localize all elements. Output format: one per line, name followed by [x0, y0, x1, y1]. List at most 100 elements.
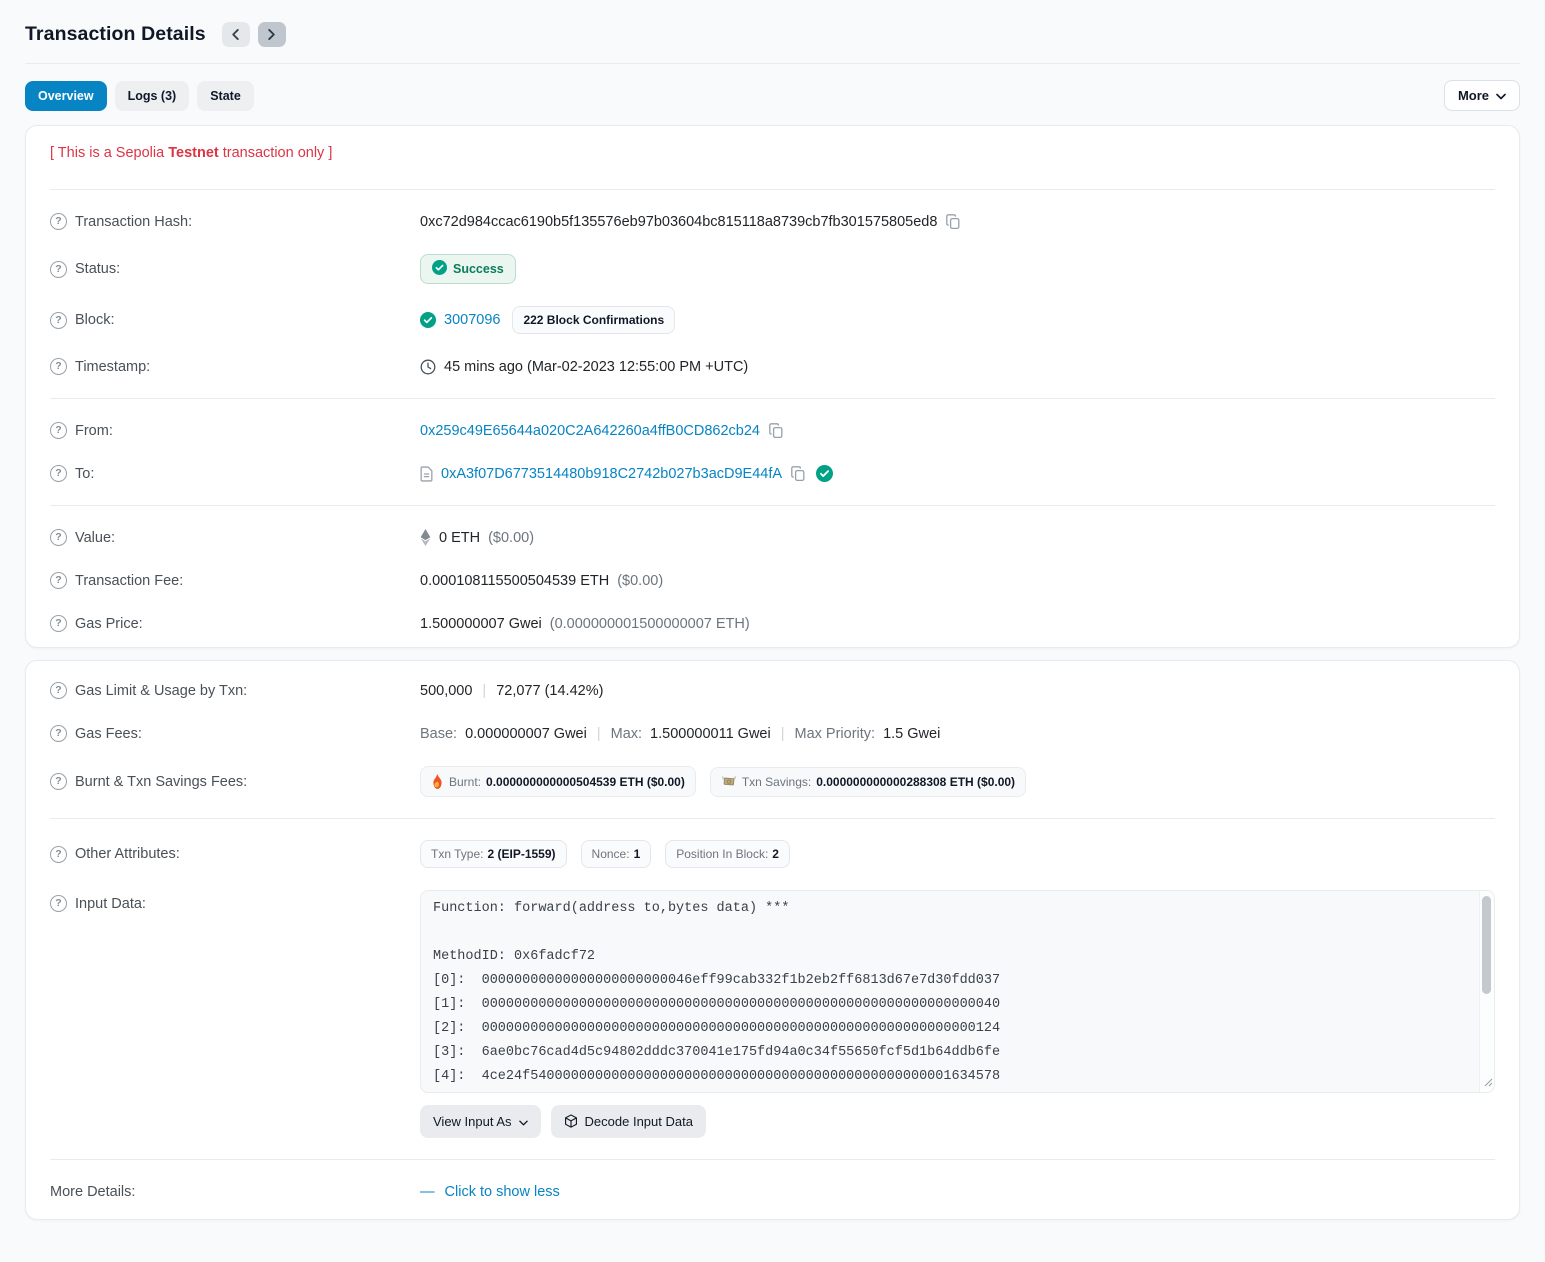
- help-icon[interactable]: ?: [50, 261, 67, 278]
- value-amount: 0 ETH: [439, 530, 480, 546]
- nonce-label: Nonce:: [592, 847, 630, 861]
- separator: |: [595, 726, 603, 742]
- position-in-block-value: 2: [772, 847, 779, 861]
- status-badge-text: Success: [453, 262, 504, 276]
- other-attributes-row: ? Other Attributes: Txn Type: 2 (EIP-155…: [50, 829, 1495, 879]
- to-label: To:: [75, 466, 94, 482]
- from-address-link[interactable]: 0x259c49E65644a020C2A642260a4ffB0CD862cb…: [420, 423, 760, 439]
- testnet-warning: [ This is a Sepolia Testnet transaction …: [50, 128, 1495, 179]
- view-input-as-button[interactable]: View Input As: [420, 1105, 541, 1138]
- block-number-link[interactable]: 3007096: [444, 312, 500, 328]
- more-dropdown-button[interactable]: More: [1444, 80, 1520, 111]
- gas-price-row: ? Gas Price: 1.500000007 Gwei (0.0000000…: [50, 602, 1495, 645]
- input-data-row: ? Input Data: Function: forward(address …: [50, 879, 1495, 1149]
- help-icon[interactable]: ?: [50, 725, 67, 742]
- to-address-link[interactable]: 0xA3f07D6773514480b918C2742b027b3acD9E44…: [441, 466, 782, 482]
- gas-price-label: Gas Price:: [75, 616, 143, 632]
- input-data-label: Input Data:: [75, 896, 146, 912]
- help-icon[interactable]: ?: [50, 529, 67, 546]
- contract-document-icon: [420, 466, 433, 482]
- more-dropdown-label: More: [1458, 88, 1489, 103]
- base-fee-label: Base:: [420, 726, 457, 742]
- block-confirmations-badge: 222 Block Confirmations: [512, 306, 675, 334]
- copy-icon[interactable]: [945, 214, 961, 230]
- transaction-fee-label: Transaction Fee:: [75, 573, 183, 589]
- scrollbar-thumb[interactable]: [1482, 896, 1491, 994]
- divider: [50, 1159, 1495, 1160]
- transaction-fee-usd: ($0.00): [617, 573, 663, 589]
- help-icon[interactable]: ?: [50, 773, 67, 790]
- copy-icon[interactable]: [768, 423, 784, 439]
- tab-list: Overview Logs (3) State: [25, 81, 254, 111]
- tab-overview[interactable]: Overview: [25, 81, 107, 111]
- burnt-savings-label: Burnt & Txn Savings Fees:: [75, 774, 247, 790]
- chevron-down-icon: [1496, 88, 1506, 103]
- help-icon[interactable]: ?: [50, 895, 67, 912]
- other-attributes-label: Other Attributes:: [75, 846, 180, 862]
- decode-input-data-label: Decode Input Data: [585, 1114, 693, 1129]
- from-label: From:: [75, 423, 113, 439]
- gas-limit-usage-label: Gas Limit & Usage by Txn:: [75, 683, 247, 699]
- help-icon[interactable]: ?: [50, 213, 67, 230]
- nonce-badge: Nonce: 1: [581, 840, 652, 868]
- help-icon[interactable]: ?: [50, 422, 67, 439]
- timestamp-label: Timestamp:: [75, 359, 150, 375]
- base-fee-value: 0.000000007 Gwei: [465, 726, 587, 742]
- help-icon[interactable]: ?: [50, 358, 67, 375]
- show-less-link[interactable]: — Click to show less: [420, 1184, 560, 1200]
- divider: [50, 189, 1495, 190]
- tab-state[interactable]: State: [197, 81, 254, 111]
- timestamp-value: 45 mins ago (Mar-02-2023 12:55:00 PM +UT…: [444, 359, 748, 375]
- burnt-savings-row: ? Burnt & Txn Savings Fees: Burnt: 0.000…: [50, 755, 1495, 808]
- txn-savings-label: Txn Savings:: [742, 775, 811, 789]
- help-icon[interactable]: ?: [50, 312, 67, 329]
- chevron-right-icon: [267, 29, 276, 40]
- divider: [50, 505, 1495, 506]
- transaction-fee-row: ? Transaction Fee: 0.000108115500504539 …: [50, 559, 1495, 602]
- gas-limit-value: 500,000: [420, 683, 472, 699]
- prev-transaction-button[interactable]: [222, 22, 250, 47]
- minus-icon: —: [420, 1184, 435, 1200]
- next-transaction-button[interactable]: [258, 22, 286, 47]
- block-row: ? Block: 3007096 222 Block Confirmations: [50, 295, 1495, 345]
- burnt-fee-value: 0.000000000000504539 ETH ($0.00): [486, 775, 685, 789]
- transaction-hash-label: Transaction Hash:: [75, 214, 192, 230]
- timestamp-row: ? Timestamp: 45 mins ago (Mar-02-2023 12…: [50, 345, 1495, 388]
- chevron-down-icon: [519, 1114, 528, 1129]
- gas-usage-value: 72,077 (14.42%): [496, 683, 603, 699]
- help-icon[interactable]: ?: [50, 465, 67, 482]
- chevron-left-icon: [231, 29, 240, 40]
- resize-grip-icon[interactable]: [1484, 1075, 1493, 1091]
- gas-limit-usage-row: ? Gas Limit & Usage by Txn: 500,000 | 72…: [50, 669, 1495, 712]
- gas-price-eth: (0.000000001500000007 ETH): [550, 616, 750, 632]
- help-icon[interactable]: ?: [50, 615, 67, 632]
- value-label: Value:: [75, 530, 115, 546]
- tab-logs[interactable]: Logs (3): [115, 81, 190, 111]
- input-data-content[interactable]: Function: forward(address to,bytes data)…: [420, 890, 1495, 1093]
- status-badge: Success: [420, 254, 516, 284]
- txn-savings-value: 0.000000000000288308 ETH ($0.00): [816, 775, 1015, 789]
- help-icon[interactable]: ?: [50, 682, 67, 699]
- transaction-details-page: Transaction Details Overview Logs (3) St…: [0, 0, 1545, 1262]
- overview-card-details: ? Gas Limit & Usage by Txn: 500,000 | 72…: [25, 660, 1520, 1220]
- status-row: ? Status: Success: [50, 243, 1495, 295]
- page-title: Transaction Details: [25, 23, 206, 46]
- more-details-row: More Details: — Click to show less: [50, 1170, 1495, 1213]
- block-label: Block:: [75, 312, 115, 328]
- copy-icon[interactable]: [790, 466, 806, 482]
- max-fee-value: 1.500000011 Gwei: [650, 726, 771, 742]
- max-fee-label: Max:: [611, 726, 642, 742]
- help-icon[interactable]: ?: [50, 572, 67, 589]
- input-data-box[interactable]: Function: forward(address to,bytes data)…: [420, 890, 1495, 1093]
- divider: [50, 398, 1495, 399]
- decode-input-data-button[interactable]: Decode Input Data: [551, 1105, 706, 1138]
- divider: [50, 818, 1495, 819]
- gas-fees-row: ? Gas Fees: Base: 0.000000007 Gwei | Max…: [50, 712, 1495, 755]
- cube-icon: [564, 1114, 578, 1129]
- txn-type-label: Txn Type:: [431, 847, 483, 861]
- help-icon[interactable]: ?: [50, 846, 67, 863]
- input-data-scrollbar[interactable]: [1479, 891, 1494, 1092]
- separator: |: [779, 726, 787, 742]
- txn-type-value: 2 (EIP-1559): [487, 847, 555, 861]
- clock-icon: [420, 359, 436, 375]
